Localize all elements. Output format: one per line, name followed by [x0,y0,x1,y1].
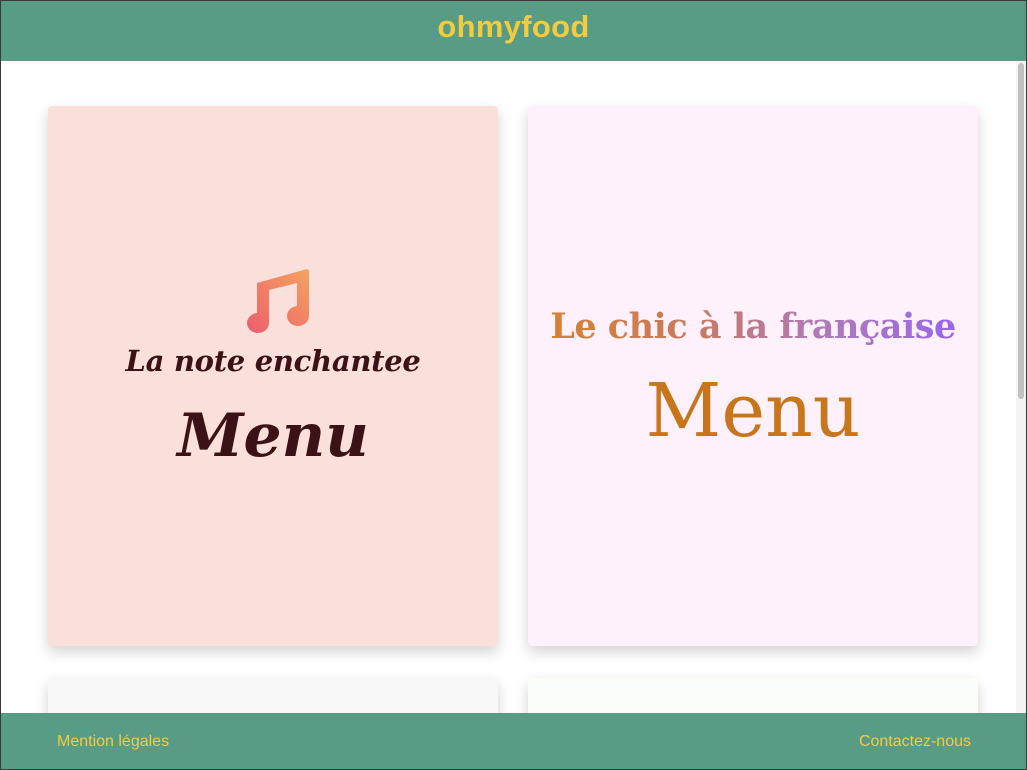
menu-button[interactable]: Menu [528,368,978,454]
scrollbar-thumb[interactable] [1018,63,1024,399]
legal-notice-link[interactable]: Mention légales [57,733,169,751]
restaurant-card-le-chic[interactable]: Le chic à la française Menu [528,106,978,646]
site-header: ohmyfood [1,1,1026,61]
restaurant-name: La note enchantee [125,344,421,378]
site-footer: Mention légales Contactez-nous [1,713,1026,769]
menu-button[interactable]: Menu [48,401,498,471]
contact-link[interactable]: Contactez-nous [859,733,971,751]
music-note-icon [247,269,309,333]
restaurant-card-la-note-enchantee[interactable]: La note enchantee Menu [48,106,498,646]
app-window: ohmyfood La note enchantee Menu Le chic … [0,0,1027,770]
restaurant-name: Le chic à la française [528,306,978,347]
logo[interactable]: ohmyfood [437,9,589,45]
